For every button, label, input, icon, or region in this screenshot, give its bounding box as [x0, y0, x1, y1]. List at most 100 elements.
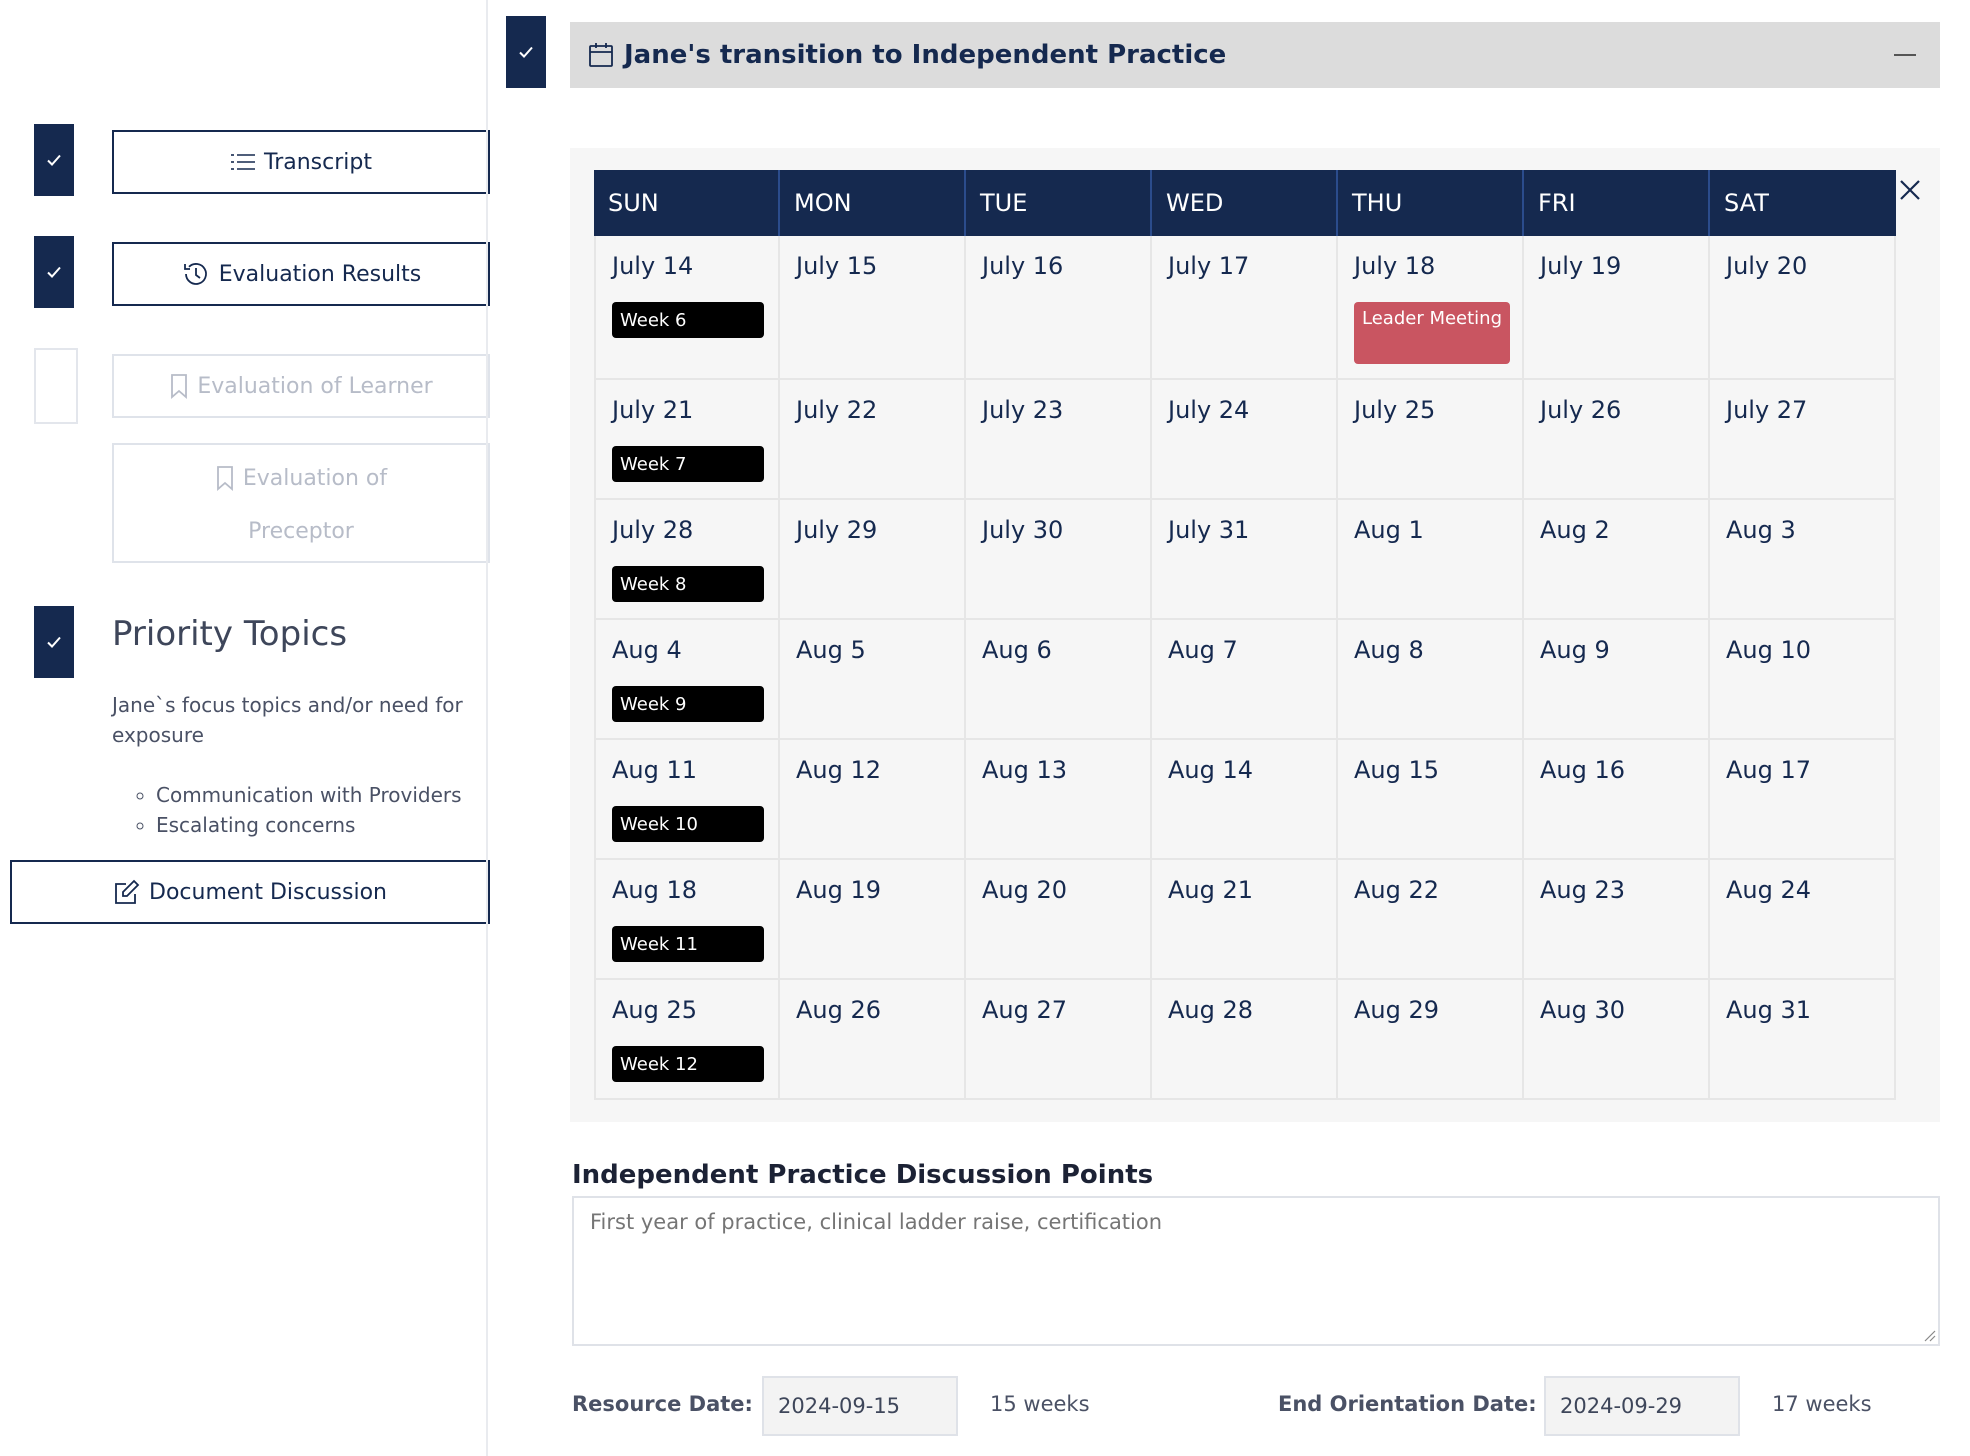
calendar-day-cell[interactable]: Aug 5 — [780, 620, 966, 740]
date-label: Aug 24 — [1726, 876, 1812, 904]
calendar-day-cell[interactable]: Aug 31 — [1710, 980, 1896, 1100]
calendar-day-cell[interactable]: July 27 — [1710, 380, 1896, 500]
calendar-week-row: Aug 18 Week 11 Aug 19 Aug 20 Aug 21 Aug 22 Aug… — [594, 860, 1896, 980]
date-label: Aug 5 — [796, 636, 866, 664]
calendar-day-cell[interactable]: Aug 9 — [1524, 620, 1710, 740]
calendar-header: SUN MON TUE WED THU FRI SAT — [594, 170, 1896, 236]
resource-date-input[interactable] — [762, 1376, 958, 1436]
calendar-day-cell[interactable]: Aug 25 Week 12 — [594, 980, 780, 1100]
calendar-day-cell[interactable]: July 14 Week 6 — [594, 236, 780, 380]
calendar-day-cell[interactable]: Aug 23 — [1524, 860, 1710, 980]
date-label: Aug 22 — [1354, 876, 1440, 904]
transcript-checkbox[interactable] — [34, 124, 74, 196]
calendar-day-cell[interactable]: July 24 — [1152, 380, 1338, 500]
calendar-day-cell[interactable]: July 22 — [780, 380, 966, 500]
section-checkbox[interactable] — [506, 16, 546, 88]
collapse-icon[interactable] — [1894, 54, 1916, 56]
section-header[interactable]: Jane's transition to Independent Practic… — [570, 22, 1940, 88]
calendar-day-cell[interactable]: Aug 10 — [1710, 620, 1896, 740]
date-label: Aug 15 — [1354, 756, 1440, 784]
calendar-day-cell[interactable]: Aug 4 Week 9 — [594, 620, 780, 740]
calendar-day-cell[interactable]: July 26 — [1524, 380, 1710, 500]
date-label: Aug 20 — [982, 876, 1068, 904]
date-label: Aug 13 — [982, 756, 1068, 784]
calendar-week-row: July 21 Week 7 July 22 July 23 July 24 July 2… — [594, 380, 1896, 500]
end-orientation-date-label: End Orientation Date: — [1278, 1392, 1537, 1416]
document-discussion-button[interactable]: Document Discussion — [10, 860, 490, 924]
priority-topics-title: Priority Topics — [112, 614, 348, 654]
calendar-day-cell[interactable]: July 17 — [1152, 236, 1338, 380]
calendar-day-cell[interactable]: Aug 12 — [780, 740, 966, 860]
calendar-day-cell[interactable]: Aug 2 — [1524, 500, 1710, 620]
date-label: July 24 — [1168, 396, 1250, 424]
calendar-day-cell[interactable]: Aug 27 — [966, 980, 1152, 1100]
calendar-day-cell[interactable]: July 20 — [1710, 236, 1896, 380]
calendar-day-cell[interactable]: July 21 Week 7 — [594, 380, 780, 500]
date-label: July 20 — [1726, 252, 1808, 280]
evaluation-of-learner-button[interactable]: Evaluation of Learner — [112, 354, 490, 418]
calendar-day-cell[interactable]: Aug 26 — [780, 980, 966, 1100]
calendar-day-cell[interactable]: July 16 — [966, 236, 1152, 380]
calendar-day-cell[interactable]: Aug 29 — [1338, 980, 1524, 1100]
list-item: Escalating concerns — [156, 810, 462, 840]
date-label: Aug 26 — [796, 996, 882, 1024]
calendar-day-cell[interactable]: Aug 14 — [1152, 740, 1338, 860]
calendar-event[interactable]: Leader Meeting — [1354, 302, 1510, 364]
calendar-day-cell[interactable]: Aug 3 — [1710, 500, 1896, 620]
date-label: Aug 27 — [982, 996, 1068, 1024]
end-orientation-date-input[interactable] — [1544, 1376, 1740, 1436]
calendar-day-cell[interactable]: July 28 Week 8 — [594, 500, 780, 620]
resource-weeks: 15 weeks — [990, 1392, 1090, 1416]
calendar-day-cell[interactable]: July 15 — [780, 236, 966, 380]
calendar-day-cell[interactable]: Aug 8 — [1338, 620, 1524, 740]
resize-handle-icon[interactable] — [1924, 1330, 1936, 1342]
calendar-day-cell[interactable]: Aug 30 — [1524, 980, 1710, 1100]
checkmark-icon — [47, 266, 61, 278]
calendar-day-cell[interactable]: Aug 7 — [1152, 620, 1338, 740]
priority-topics-description: Jane`s focus topics and/or need for expo… — [112, 693, 463, 747]
calendar-day-cell[interactable]: Aug 28 — [1152, 980, 1338, 1100]
evaluation-of-preceptor-button[interactable]: Evaluation of Preceptor — [112, 443, 490, 563]
evaluation-of-learner-checkbox[interactable] — [34, 348, 78, 424]
calendar-day-cell[interactable]: Aug 20 — [966, 860, 1152, 980]
calendar-day-cell[interactable]: July 23 — [966, 380, 1152, 500]
date-label: Aug 8 — [1354, 636, 1424, 664]
checkmark-icon — [47, 636, 61, 648]
discussion-label: Independent Practice Discussion Points — [572, 1160, 1154, 1190]
calendar-day-cell[interactable]: July 18 Leader Meeting — [1338, 236, 1524, 380]
calendar-grid: July 14 Week 6 July 15 July 16 July 17 July 1… — [594, 236, 1896, 1102]
close-icon[interactable] — [1896, 176, 1924, 204]
calendar-day-cell[interactable]: July 30 — [966, 500, 1152, 620]
calendar-day-cell[interactable]: Aug 13 — [966, 740, 1152, 860]
priority-topics-checkbox[interactable] — [34, 606, 74, 678]
calendar-day-cell[interactable]: July 29 — [780, 500, 966, 620]
calendar-day-cell[interactable]: July 19 — [1524, 236, 1710, 380]
calendar-day-cell[interactable]: Aug 17 — [1710, 740, 1896, 860]
evaluation-results-button[interactable]: Evaluation Results — [112, 242, 490, 306]
calendar-day-cell[interactable]: Aug 16 — [1524, 740, 1710, 860]
calendar-day-cell[interactable]: Aug 15 — [1338, 740, 1524, 860]
calendar-day-cell[interactable]: Aug 21 — [1152, 860, 1338, 980]
calendar-day-cell[interactable]: Aug 6 — [966, 620, 1152, 740]
week-badge: Week 6 — [612, 302, 764, 338]
calendar-day-cell[interactable]: Aug 11 Week 10 — [594, 740, 780, 860]
calendar-day-cell[interactable]: Aug 19 — [780, 860, 966, 980]
transcript-button[interactable]: Transcript — [112, 130, 490, 194]
calendar-week-row: Aug 4 Week 9 Aug 5 Aug 6 Aug 7 Aug 8 Aug 9 Aug … — [594, 620, 1896, 740]
evaluation-results-checkbox[interactable] — [34, 236, 74, 308]
calendar-day-cell[interactable]: July 25 — [1338, 380, 1524, 500]
date-label: July 17 — [1168, 252, 1250, 280]
date-label: July 23 — [982, 396, 1064, 424]
discussion-textarea[interactable] — [572, 1196, 1940, 1346]
calendar-day-cell[interactable]: Aug 24 — [1710, 860, 1896, 980]
calendar-day-cell[interactable]: Aug 22 — [1338, 860, 1524, 980]
date-label: Aug 7 — [1168, 636, 1238, 664]
calendar-icon — [589, 43, 613, 67]
calendar-day-cell[interactable]: Aug 18 Week 11 — [594, 860, 780, 980]
week-badge: Week 7 — [612, 446, 764, 482]
calendar-day-cell[interactable]: Aug 1 — [1338, 500, 1524, 620]
resource-date-label: Resource Date: — [572, 1392, 753, 1416]
calendar-day-cell[interactable]: July 31 — [1152, 500, 1338, 620]
edit-icon — [115, 879, 140, 904]
date-label: Aug 1 — [1354, 516, 1424, 544]
